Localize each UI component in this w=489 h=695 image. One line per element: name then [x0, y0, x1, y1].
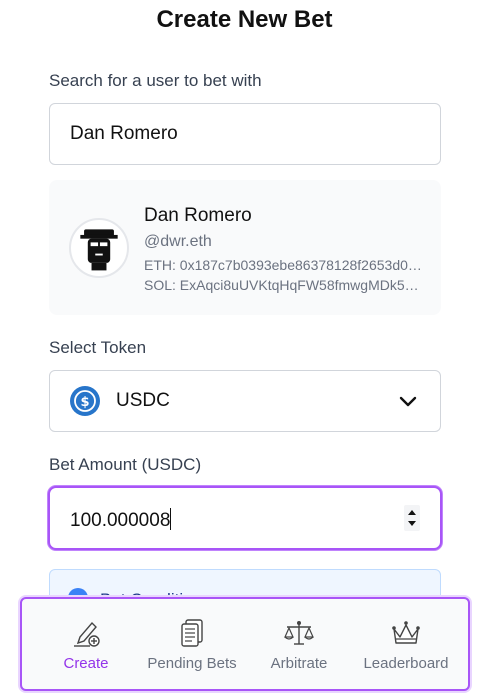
user-eth-address: ETH: 0x187c7b0393ebe86378128f2653d0930e3…	[144, 257, 424, 273]
chevron-down-icon	[399, 396, 417, 407]
create-pencil-icon	[74, 621, 100, 647]
nav-label-create: Create	[63, 655, 109, 672]
search-label: Search for a user to bet with	[49, 71, 262, 90]
nav-item-leaderboard[interactable]: Leaderboard	[358, 599, 454, 689]
nav-item-pending-bets[interactable]: Pending Bets	[138, 599, 246, 689]
pending-bets-icon	[181, 619, 203, 647]
page-title: Create New Bet	[156, 6, 333, 33]
amount-input-value: 100.000008	[70, 510, 171, 531]
token-select[interactable]: $ USDC	[49, 370, 441, 432]
user-result-card[interactable]: Dan Romero @dwr.eth ETH: 0x187c7b0393ebe…	[49, 180, 441, 315]
user-name: Dan Romero	[144, 205, 252, 226]
token-label: Select Token	[49, 338, 147, 357]
nav-label-arbitrate: Arbitrate	[270, 655, 328, 672]
text-caret	[170, 508, 172, 530]
search-input[interactable]: Dan Romero	[49, 103, 441, 165]
user-sol-address: SOL: ExAqci8uUVKtqHqFW58fmwgMDk5hD8iWGGJ…	[144, 277, 424, 293]
nav-item-arbitrate[interactable]: Arbitrate	[256, 599, 342, 689]
amount-label: Bet Amount (USDC)	[49, 455, 202, 474]
search-input-value: Dan Romero	[70, 123, 178, 144]
bottom-nav: Create Pending Bets Arbitrate Leaderboar…	[20, 597, 470, 691]
number-spinner-icon[interactable]	[404, 505, 420, 531]
user-handle: @dwr.eth	[144, 233, 212, 250]
amount-input[interactable]: 100.000008	[48, 486, 442, 550]
nav-item-create[interactable]: Create	[44, 599, 128, 689]
avatar-pirate-icon	[80, 229, 118, 271]
avatar	[69, 218, 129, 278]
usdc-icon: $	[70, 386, 100, 416]
nav-label-leaderboard: Leaderboard	[363, 655, 449, 672]
token-selected-value: USDC	[116, 390, 170, 411]
svg-text:$: $	[80, 395, 89, 410]
crown-icon	[392, 621, 420, 644]
scales-icon	[284, 621, 314, 645]
nav-label-pending-bets: Pending Bets	[147, 655, 237, 672]
